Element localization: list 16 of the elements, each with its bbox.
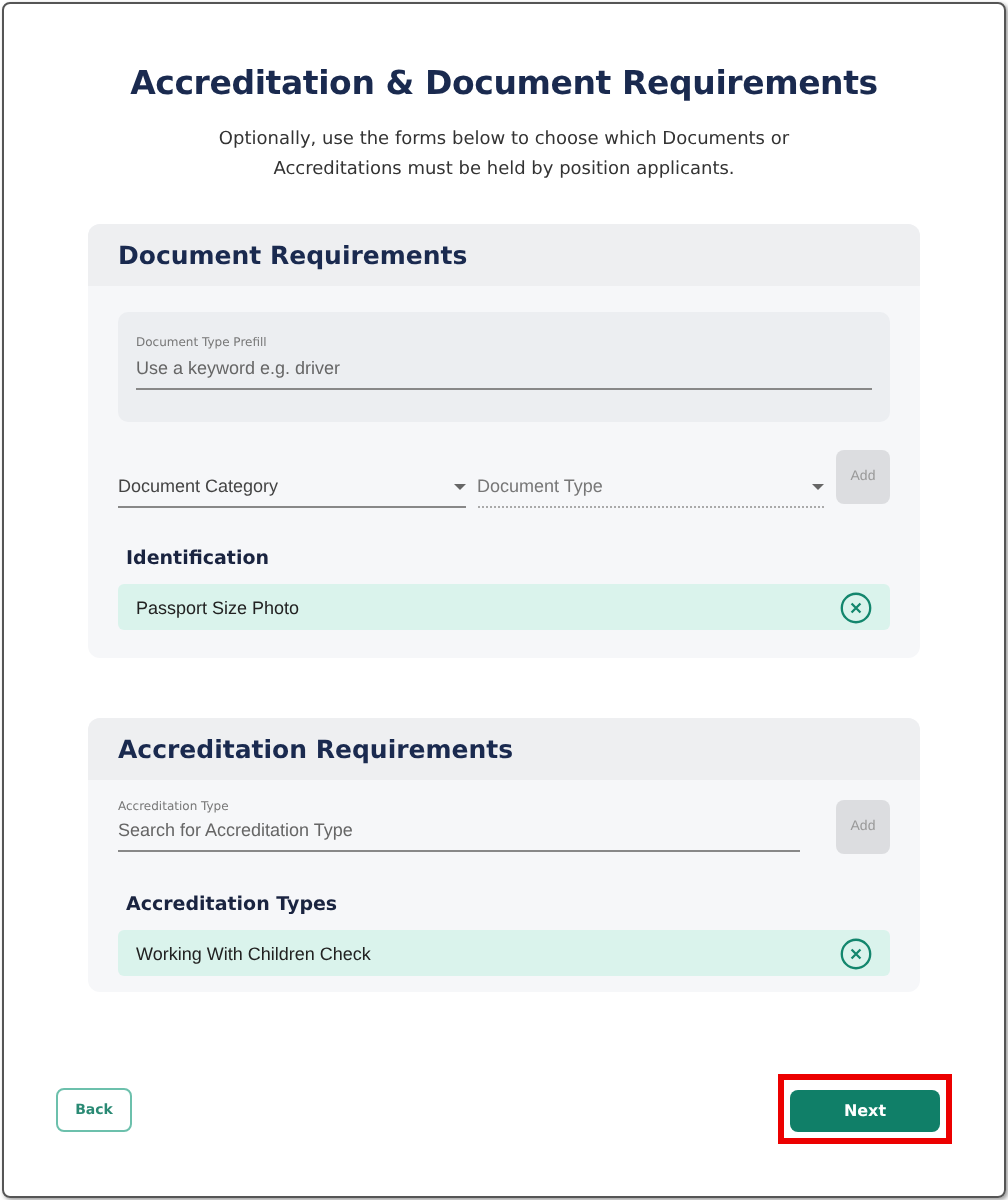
group-title: Accreditation Types [126,894,340,916]
remove-icon[interactable] [840,591,872,623]
prefill-field[interactable]: Use a keyword e.g. driver [136,350,872,390]
category-select[interactable]: Document Category [118,450,465,508]
accreditation-field[interactable]: Search for Accreditation Type [118,814,800,852]
caret-icon [453,483,465,489]
section-title: Accreditation Requirements [88,718,920,780]
item-label: Working With Children Check [136,943,371,963]
page-subtitle: Optionally, use the forms below to choose which Documents or Accreditations must be held by position applicants. [216,128,792,184]
caret-icon [812,483,824,489]
item-label: Passport Size Photo [136,597,300,617]
remove-icon[interactable] [840,937,872,969]
group-title: Identification [126,548,272,570]
page-title: Accreditation & Document Requirements [128,64,880,102]
next-button[interactable]: Next [790,1090,940,1132]
section-title: Document Requirements [88,224,920,286]
